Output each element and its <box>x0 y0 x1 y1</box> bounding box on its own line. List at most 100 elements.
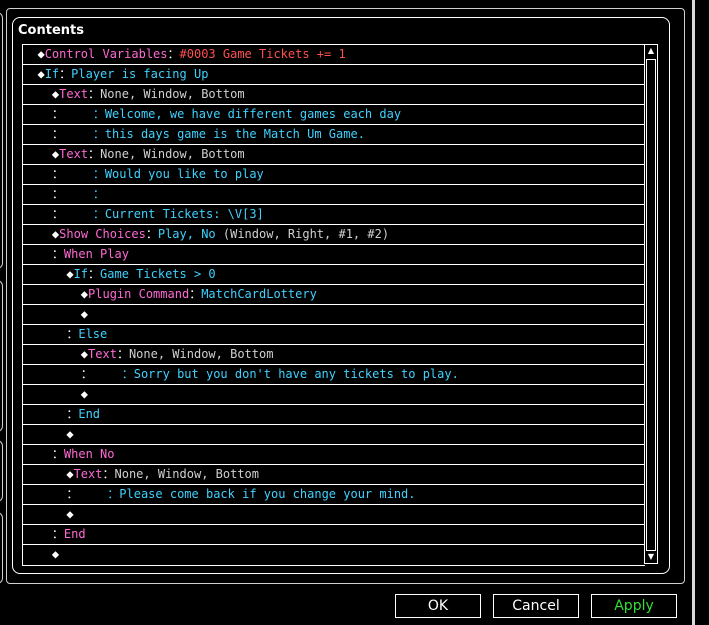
command-row[interactable]: ： ：Sorry but you don't have any tickets … <box>23 365 645 385</box>
command-row[interactable]: ◆Plugin Command：MatchCardLottery <box>23 285 645 305</box>
command-row[interactable]: ： ：Would you like to play <box>23 165 645 185</box>
command-text: ： <box>59 67 72 81</box>
command-row[interactable]: ◆If：Player is facing Up <box>23 65 645 85</box>
command-row[interactable]: ：End <box>23 525 645 545</box>
command-text: End <box>78 407 101 421</box>
command-row[interactable]: ◆Text：None, Window, Bottom <box>23 465 645 485</box>
command-text: Text <box>88 347 117 361</box>
command-text: ： <box>37 247 64 261</box>
command-text: ◆ <box>37 547 60 561</box>
command-text: ： <box>37 487 108 501</box>
command-text: ： <box>121 367 134 381</box>
command-text: ◆ <box>37 427 74 441</box>
command-text: ： <box>92 207 105 221</box>
command-text: ： <box>37 187 93 201</box>
left-panel-fragment <box>0 12 3 269</box>
command-text: ： <box>189 287 202 301</box>
command-text: ： <box>37 327 79 341</box>
command-row[interactable]: ：Else <box>23 325 645 345</box>
command-text: ◆ <box>37 267 74 281</box>
command-text: Else <box>78 327 108 341</box>
command-text: Current Tickets: \V[3] <box>104 207 264 221</box>
command-text: ◆ <box>37 507 74 521</box>
command-text: ： <box>88 87 101 101</box>
command-text: this days game is the Match Um Game. <box>104 127 365 141</box>
command-text: ： <box>92 167 105 181</box>
command-row[interactable]: ：End <box>23 405 645 425</box>
command-text: ： <box>92 127 105 141</box>
command-text: MatchCardLottery <box>201 287 317 301</box>
command-text: ： <box>37 447 64 461</box>
command-text: ： <box>37 367 122 381</box>
ok-button[interactable]: OK <box>395 594 481 618</box>
scrollbar[interactable]: ▲ ▼ <box>644 44 658 564</box>
command-text: Please come back if you change your mind… <box>119 487 416 501</box>
command-text: ： <box>102 467 115 481</box>
command-text: When No <box>63 447 115 461</box>
command-text: Text <box>59 87 89 101</box>
command-row[interactable]: ：When Play <box>23 245 645 265</box>
command-row[interactable]: ： ：Please come back if you change your m… <box>23 485 645 505</box>
scroll-down-icon[interactable]: ▼ <box>646 552 656 562</box>
apply-button[interactable]: Apply <box>591 594 677 618</box>
command-text: ： <box>116 347 129 361</box>
command-text: ： <box>92 187 105 201</box>
command-text: (Window, Right, #1, #2) <box>215 227 390 241</box>
scroll-thumb[interactable] <box>646 59 656 551</box>
command-text: ◆ <box>37 467 74 481</box>
command-row[interactable]: ◆Text：None, Window, Bottom <box>23 85 645 105</box>
command-row[interactable]: ： ：Welcome, we have different games each… <box>23 105 645 125</box>
command-text: Plugin Command <box>88 287 190 301</box>
command-text: ◆ <box>37 87 60 101</box>
command-row[interactable]: ◆ <box>23 505 645 525</box>
command-text: ◆ <box>37 347 89 361</box>
command-text: Control Variables <box>44 47 168 61</box>
command-text: ： <box>107 487 120 501</box>
command-row[interactable]: ◆ <box>23 545 645 565</box>
command-text: When Play <box>63 247 129 261</box>
event-command-list[interactable]: ◆ Control Variables ： #0003 Game Tickets +=… <box>22 44 645 566</box>
command-text: ： <box>145 227 158 241</box>
command-text: ： <box>92 107 105 121</box>
window-edge <box>692 0 695 625</box>
command-text: #0003 Game Tickets += 1 <box>179 47 346 61</box>
command-row[interactable]: ◆Show Choices：Play, No (Window, Right, #… <box>23 225 645 245</box>
command-text: ◆ <box>37 227 60 241</box>
command-text: ◆ <box>37 387 89 401</box>
panel-title: Contents <box>18 23 84 38</box>
command-text: ： <box>37 167 93 181</box>
command-text: ◆ <box>37 287 89 301</box>
command-row[interactable]: ：When No <box>23 445 645 465</box>
command-text: None, Window, Bottom <box>100 147 245 161</box>
command-row[interactable]: ◆ <box>23 305 645 325</box>
command-text: End <box>63 527 86 541</box>
command-row[interactable]: ◆ <box>23 385 645 405</box>
command-row[interactable]: ： ：this days game is the Match Um Game. <box>23 125 645 145</box>
left-panel-fragment <box>0 280 3 432</box>
command-text: ： <box>167 47 180 61</box>
command-text: None, Window, Bottom <box>100 87 245 101</box>
command-text: Text <box>73 467 103 481</box>
command-text: Show Choices <box>59 227 146 241</box>
cancel-button[interactable]: Cancel <box>493 594 579 618</box>
command-text: Player is facing Up <box>71 67 209 81</box>
command-text: Text <box>59 147 89 161</box>
command-text: ： <box>37 407 79 421</box>
left-panel-fragment <box>0 512 3 584</box>
command-text: ： <box>88 147 101 161</box>
command-row[interactable]: ： ：Current Tickets: \V[3] <box>23 205 645 225</box>
command-text: Play, No <box>157 227 216 241</box>
command-text: ◆ <box>37 307 89 321</box>
command-row[interactable]: ◆Control Variables：#0003 Game Tickets +=… <box>23 45 645 65</box>
command-text: ◆ <box>37 147 60 161</box>
command-text: None, Window, Bottom <box>128 347 274 361</box>
command-text: Would you like to play <box>104 167 264 181</box>
scroll-up-icon[interactable]: ▲ <box>646 46 656 56</box>
command-row[interactable]: ： ： <box>23 185 645 205</box>
command-row[interactable]: ◆ <box>23 425 645 445</box>
command-row[interactable]: ◆If：Game Tickets > 0 <box>23 265 645 285</box>
command-row[interactable]: ◆Text：None, Window, Bottom <box>23 345 645 365</box>
command-row[interactable]: ◆Text：None, Window, Bottom <box>23 145 645 165</box>
command-text: ◆ <box>37 67 45 81</box>
command-text: None, Window, Bottom <box>114 467 260 481</box>
